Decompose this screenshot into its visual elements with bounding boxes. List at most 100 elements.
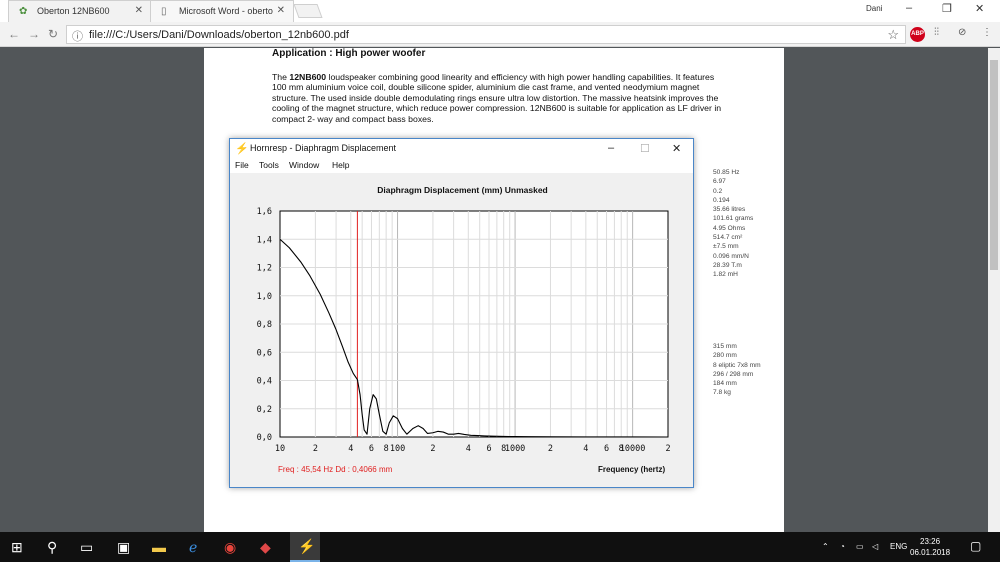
- equalizer-icon[interactable]: ⫶⫶: [934, 27, 939, 38]
- tab-label: Microsoft Word - oberto: [179, 6, 273, 16]
- close-icon[interactable]: ✕: [135, 5, 143, 16]
- spec-value: 1.82 mH: [713, 271, 738, 279]
- spec-list-top: 50.85 Hz 6.97 0.2 0.194 35.66 litres 101…: [713, 168, 753, 280]
- tab-word[interactable]: ▯ Microsoft Word - oberto ✕: [150, 0, 294, 22]
- spec-value: 101.61 grams: [713, 215, 754, 223]
- spec-value: 50.85 Hz: [713, 169, 740, 176]
- bookmark-star-icon[interactable]: ☆: [887, 27, 899, 43]
- url-text: file:///C:/Users/Dani/Downloads/oberton_…: [89, 29, 349, 41]
- hornresp-window: ⚡ Hornresp - Diaphragm Displacement – ☐ …: [229, 138, 694, 488]
- notifications-icon[interactable]: ▢: [970, 539, 981, 553]
- x-tick-label: 6: [486, 444, 491, 454]
- close-window-icon[interactable]: ✕: [975, 2, 984, 15]
- y-tick-label: 1,6: [257, 207, 272, 217]
- taskbar: ⊞ ⚲ ▭ ▣ ▬ ℯ ◉ ◆ ⚡ ⌃ ◔ ▭ ◁ ENG 23:26 06.0…: [0, 532, 1000, 562]
- clock[interactable]: 23:26 06.01.2018: [910, 536, 950, 558]
- x-tick-label: 4: [583, 444, 588, 454]
- profile-name[interactable]: Dani: [866, 4, 882, 13]
- clock-time: 23:26: [920, 537, 941, 546]
- x-axis-label: Frequency (hertz): [598, 465, 666, 474]
- close-icon[interactable]: ✕: [277, 5, 285, 16]
- task-view-icon[interactable]: ▭: [80, 539, 93, 556]
- restore-icon[interactable]: ❐: [942, 2, 952, 15]
- x-tick-label: 2: [665, 444, 670, 454]
- store-icon[interactable]: ▣: [117, 539, 130, 556]
- browser-tab-bar: ✿ Oberton 12NB600 ✕ ▯ Microsoft Word - o…: [0, 0, 1000, 22]
- file-explorer-icon[interactable]: ▬: [152, 539, 166, 555]
- x-tick-label: 6: [369, 444, 374, 454]
- pdf-heading: Application : High power woofer: [272, 48, 426, 59]
- chevron-up-icon[interactable]: ⌃: [822, 542, 829, 551]
- url-input[interactable]: ⓘ file:///C:/Users/Dani/Downloads/oberto…: [66, 25, 906, 44]
- app-icon[interactable]: ◆: [260, 539, 271, 556]
- cursor-readout: Freq : 45,54 Hz Dd : 0,4066 mm: [278, 465, 393, 474]
- y-tick-label: 0,2: [257, 405, 272, 415]
- x-tick-label: 2: [313, 444, 318, 454]
- y-tick-label: 1,0: [257, 292, 272, 302]
- spec-value: 7.8 kg: [713, 389, 731, 397]
- displacement-chart[interactable]: 0,00,20,40,60,81,01,21,41,610 2 4 6 8 100 2 4 6 8…: [230, 139, 695, 489]
- address-toolbar: ← → ↻ ⓘ file:///C:/Users/Dani/Downloads/…: [0, 22, 1000, 47]
- y-tick-label: 1,4: [257, 235, 272, 245]
- spec-value: 35.66 litres: [713, 206, 746, 214]
- y-tick-label: 0,6: [257, 348, 272, 358]
- x-tick-label: 8: [384, 444, 389, 454]
- spec-value: 296 / 298 mm: [713, 370, 754, 378]
- paragraph-model: 12NB600: [289, 72, 327, 82]
- adblock-icon[interactable]: ABP: [910, 27, 925, 42]
- x-tick-label: 100: [390, 444, 405, 454]
- y-tick-label: 1,2: [257, 264, 272, 274]
- spec-value: 0.2: [713, 187, 723, 195]
- x-tick-label: 2: [548, 444, 553, 454]
- chrome-icon[interactable]: ◉: [224, 539, 236, 556]
- spec-value: ±7.5 mm: [713, 243, 739, 251]
- x-tick-label: 1000: [505, 444, 525, 454]
- spec-value: 8 eliptic 7x8 mm: [713, 361, 761, 369]
- forward-icon[interactable]: →: [28, 27, 40, 41]
- new-tab-button[interactable]: [293, 4, 323, 18]
- y-tick-label: 0,4: [257, 377, 272, 387]
- pdf-favicon-icon: ✿: [19, 6, 28, 17]
- spec-value: 280 mm: [713, 352, 737, 360]
- back-icon[interactable]: ←: [8, 27, 20, 41]
- y-tick-label: 0,8: [257, 320, 272, 330]
- block-icon[interactable]: ⊘: [958, 27, 966, 38]
- menu-icon[interactable]: ⋮: [982, 27, 992, 38]
- lightning-icon: ⚡: [298, 538, 316, 554]
- y-tick-label: 0,0: [257, 433, 272, 443]
- spec-value: 28.39 T.m: [713, 261, 742, 269]
- spec-value: 184 mm: [713, 380, 737, 388]
- spec-value: 4.95 Ohms: [713, 224, 746, 232]
- hornresp-taskbar-button[interactable]: ⚡: [290, 532, 320, 562]
- x-tick-label: 10000: [620, 444, 646, 454]
- language-indicator[interactable]: ENG: [890, 542, 907, 551]
- pdf-scrollbar-thumb[interactable]: [990, 60, 998, 270]
- spec-list-bottom: 315 mm 280 mm 8 eliptic 7x8 mm 296 / 298…: [713, 342, 761, 398]
- clock-date: 06.01.2018: [910, 548, 951, 557]
- document-icon: ▯: [161, 6, 167, 17]
- spec-value: 315 mm: [713, 343, 737, 350]
- reload-icon[interactable]: ↻: [48, 27, 58, 41]
- x-tick-label: 6: [604, 444, 609, 454]
- info-icon[interactable]: ⓘ: [72, 28, 83, 44]
- pdf-paragraph: The 12NB600 loudspeaker combining good l…: [272, 72, 722, 124]
- tab-label: Oberton 12NB600: [37, 6, 110, 16]
- windows-start-icon[interactable]: ⊞: [11, 539, 23, 556]
- battery-icon[interactable]: ▭: [856, 542, 864, 551]
- x-tick-label: 10: [275, 444, 285, 454]
- search-icon[interactable]: ⚲: [47, 539, 57, 556]
- minimize-icon[interactable]: –: [906, 2, 912, 14]
- network-icon[interactable]: ◔: [840, 542, 845, 551]
- spec-value: 0.194: [713, 196, 730, 204]
- edge-icon[interactable]: ℯ: [189, 539, 197, 556]
- x-tick-label: 4: [348, 444, 353, 454]
- spec-value: 0.096 mm/N: [713, 252, 749, 260]
- spec-value: 6.97: [713, 178, 726, 186]
- x-tick-label: 4: [466, 444, 471, 454]
- spec-value: 514.7 cm²: [713, 234, 743, 242]
- paragraph-lead: The: [272, 72, 290, 82]
- volume-icon[interactable]: ◁: [872, 542, 878, 551]
- tab-oberton[interactable]: ✿ Oberton 12NB600 ✕: [8, 0, 152, 22]
- x-tick-label: 2: [430, 444, 435, 454]
- paragraph-text: loudspeaker combining good linearity and…: [272, 72, 722, 124]
